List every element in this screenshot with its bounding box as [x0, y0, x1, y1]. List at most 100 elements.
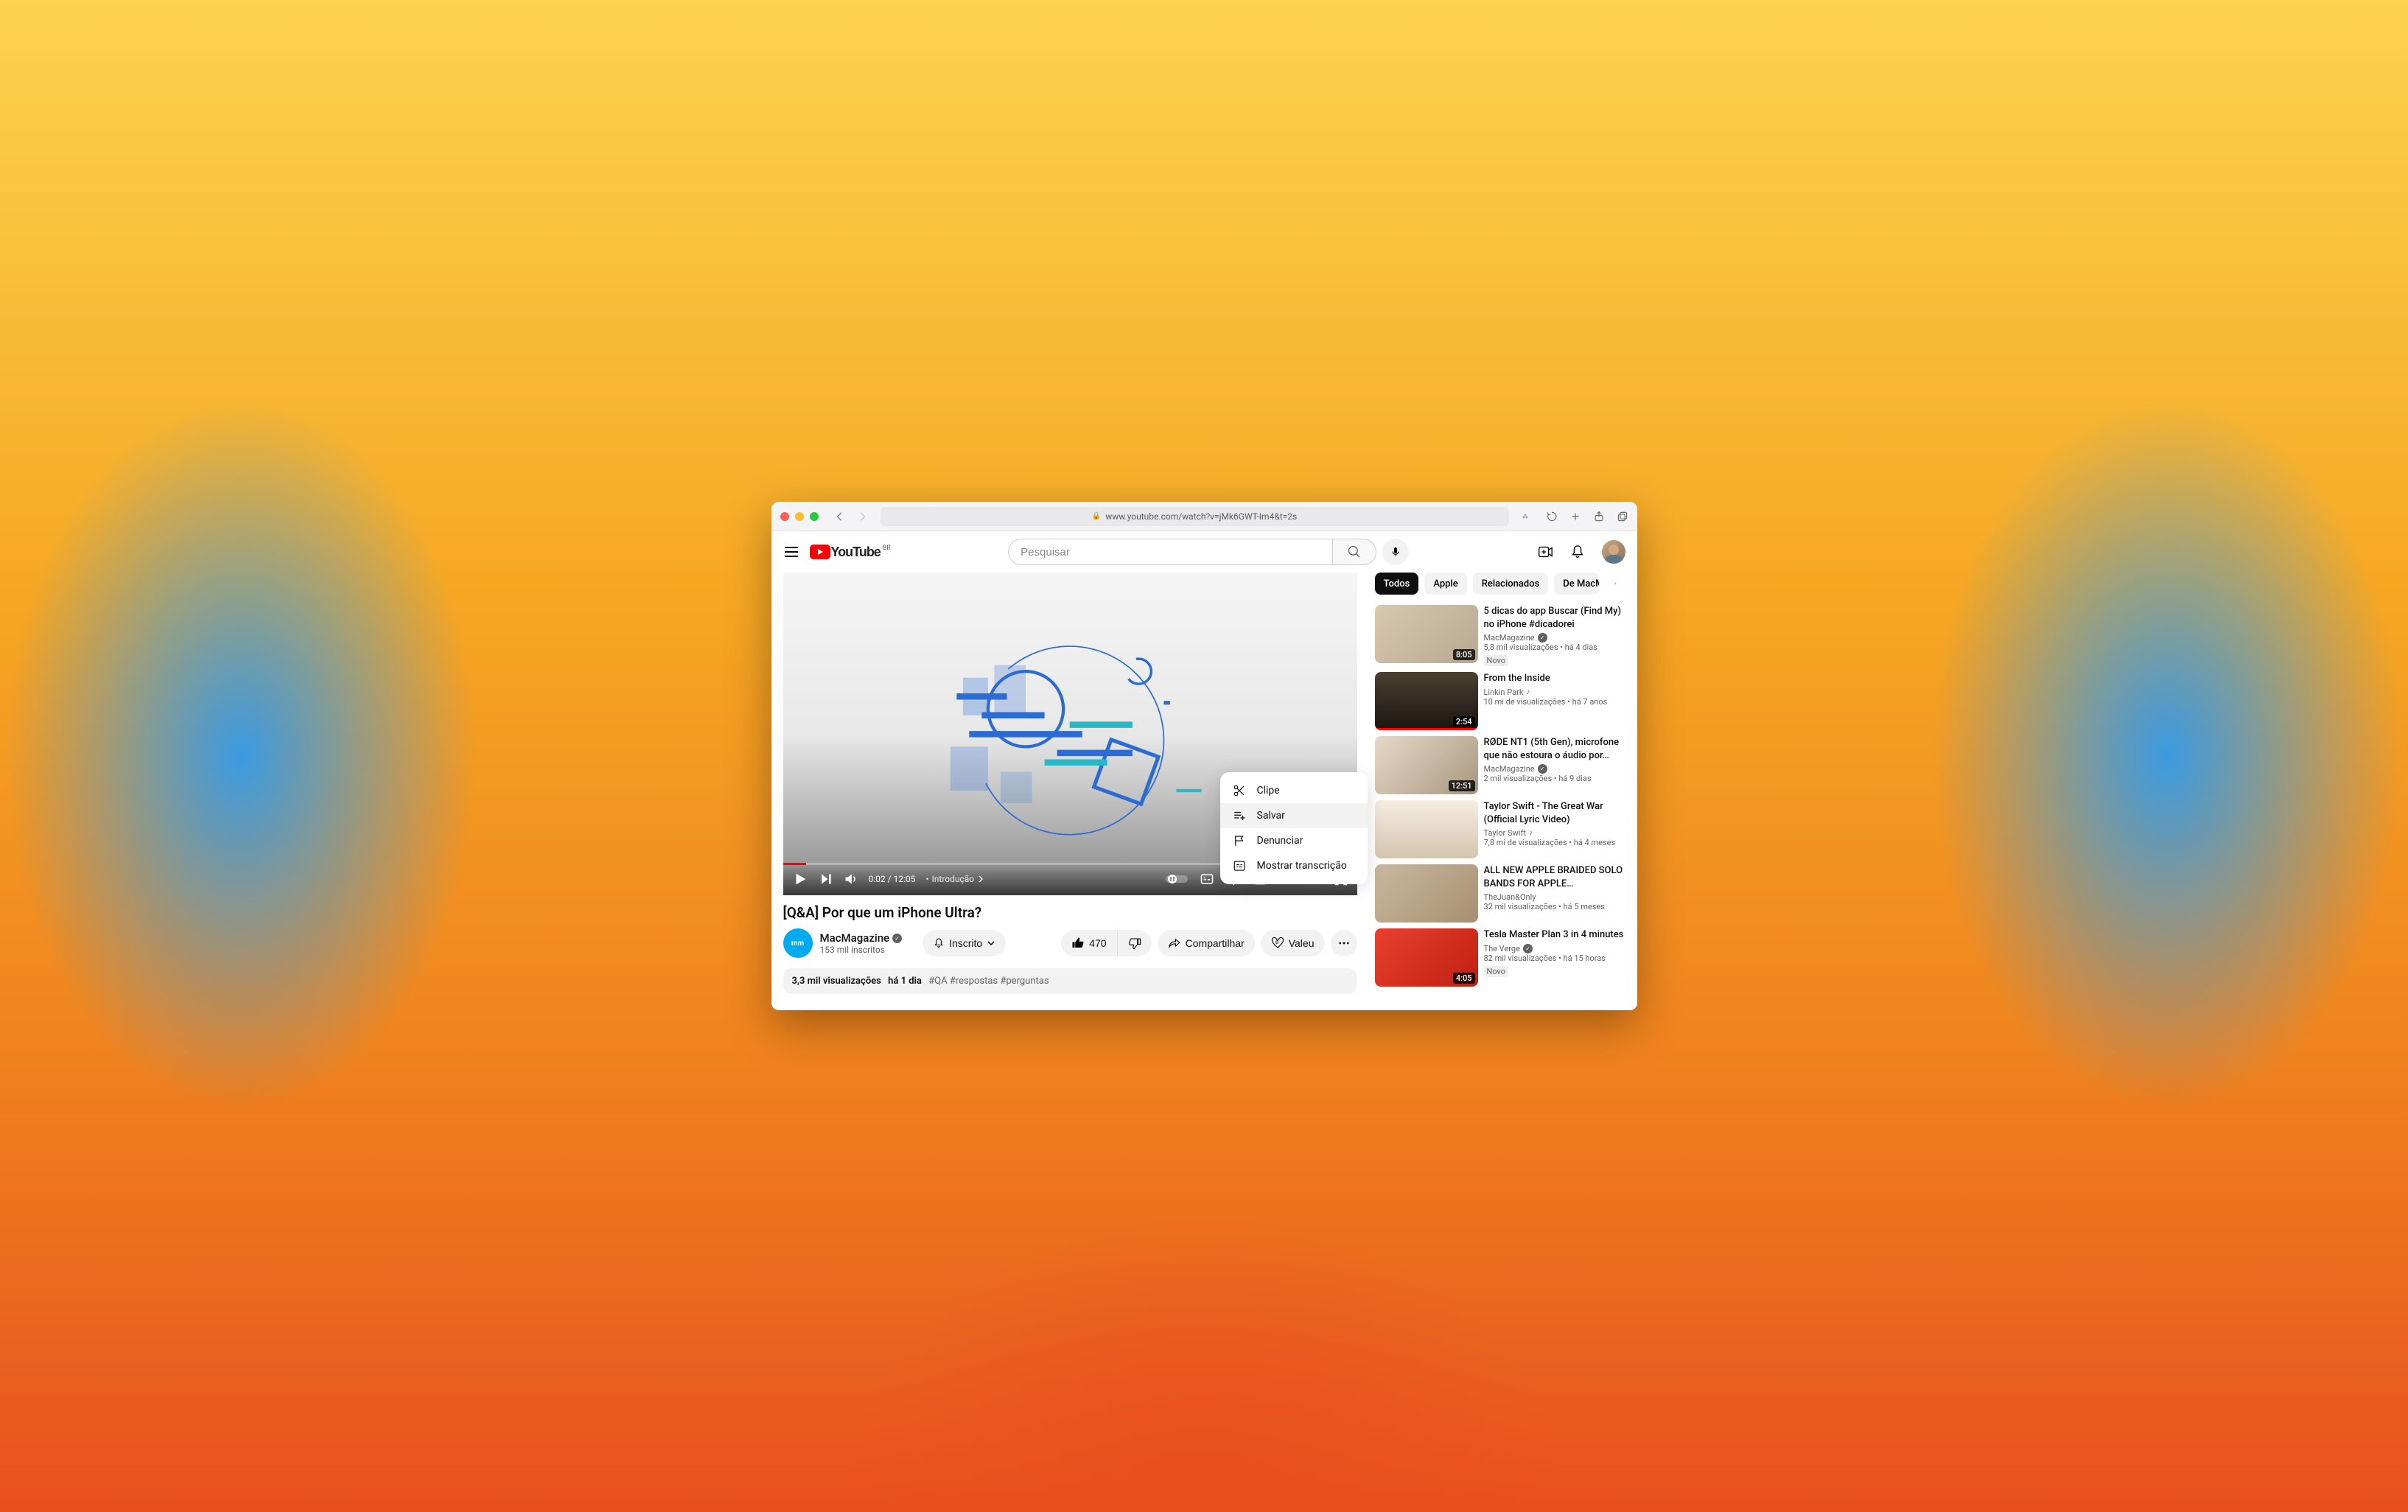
hashtags[interactable]: #QA #respostas #perguntas — [928, 976, 1049, 987]
menu-item-clip[interactable]: Clipe — [1220, 778, 1368, 803]
account-avatar[interactable] — [1602, 540, 1625, 564]
scissors-icon — [1232, 784, 1247, 797]
share-arrow-icon — [1168, 937, 1181, 950]
window-controls — [780, 512, 819, 521]
chip-all[interactable]: Todos — [1375, 573, 1419, 595]
address-bar[interactable]: 🔒 www.youtube.com/watch?v=jMk6GWT-Im4&t=… — [881, 507, 1509, 526]
related-channel: MacMagazine✓ — [1484, 633, 1625, 643]
menu-item-transcript[interactable]: Mostrar transcrição — [1220, 853, 1368, 878]
search-input[interactable] — [1008, 539, 1332, 565]
more-actions-menu: Clipe Salvar Denunciar Mostrar tran — [1220, 772, 1368, 884]
related-video-item[interactable]: Taylor Swift - The Great War (Official L… — [1375, 800, 1625, 858]
youtube-logo[interactable]: YouTube BR — [810, 545, 881, 560]
maximize-window-button[interactable] — [810, 512, 819, 521]
thumbs-up-icon — [1071, 937, 1085, 950]
view-count: 3,3 mil visualizações — [792, 976, 881, 987]
verified-icon: ✓ — [892, 934, 902, 943]
chip-from-channel[interactable]: De MacMag — [1554, 573, 1598, 595]
related-title: 5 dicas do app Buscar (Find My) no iPhon… — [1484, 605, 1625, 631]
verified-icon: ✓ — [1523, 944, 1533, 953]
svg-text:$: $ — [1275, 940, 1278, 945]
menu-item-save[interactable]: Salvar — [1220, 803, 1368, 828]
play-button[interactable] — [792, 871, 808, 887]
country-code: BR — [883, 545, 891, 552]
related-title: RØDE NT1 (5th Gen), microfone que não es… — [1484, 736, 1625, 762]
music-icon: ♪ — [1526, 688, 1530, 696]
search-form — [1008, 539, 1376, 565]
related-meta: 82 mil visualizações • há 15 horas — [1484, 953, 1625, 963]
subscribe-button[interactable]: Inscrito — [923, 930, 1006, 956]
video-title: [Q&A] Por que um iPhone Ultra? — [783, 904, 1357, 921]
related-video-item[interactable]: 4:05Tesla Master Plan 3 in 4 minutesThe … — [1375, 928, 1625, 987]
youtube-page: YouTube BR — [771, 531, 1637, 1010]
tabs-icon[interactable] — [1617, 511, 1628, 522]
channel-avatar[interactable]: mm — [783, 928, 813, 958]
next-button[interactable] — [819, 872, 833, 886]
lock-icon: 🔒 — [1092, 512, 1101, 520]
chip-apple[interactable]: Apple — [1424, 573, 1466, 595]
new-badge: Novo — [1484, 655, 1509, 666]
close-window-button[interactable] — [780, 512, 789, 521]
related-title: Tesla Master Plan 3 in 4 minutes — [1484, 928, 1625, 942]
safari-window: 🔒 www.youtube.com/watch?v=jMk6GWT-Im4&t=… — [771, 502, 1637, 1010]
thumbs-down-icon — [1128, 937, 1141, 950]
url-text: www.youtube.com/watch?v=jMk6GWT-Im4&t=2s — [1105, 511, 1297, 522]
share-icon[interactable] — [1593, 511, 1605, 522]
subscriber-count: 153 mil inscritos — [820, 945, 903, 955]
subtitles-button[interactable] — [1200, 872, 1214, 886]
search-button[interactable] — [1332, 539, 1376, 565]
new-tab-icon[interactable] — [1569, 511, 1581, 522]
thanks-button[interactable]: $ Valeu — [1261, 930, 1325, 956]
volume-button[interactable] — [844, 872, 858, 886]
chips-scroll-right[interactable] — [1605, 573, 1625, 595]
microphone-icon — [1390, 546, 1401, 558]
thumbnail — [1375, 800, 1478, 858]
channel-name[interactable]: MacMagazine ✓ — [820, 931, 903, 945]
youtube-wordmark: YouTube — [831, 545, 881, 560]
more-actions-button[interactable] — [1331, 930, 1357, 956]
menu-item-report[interactable]: Denunciar — [1220, 828, 1368, 853]
related-video-item[interactable]: 2:54From the InsideLinkin Park♪10 mi de … — [1375, 672, 1625, 730]
back-button[interactable] — [835, 511, 845, 522]
main-column: 0:02 / 12:05 • Introdução 4K — [776, 573, 1357, 1010]
related-video-item[interactable]: ALL NEW APPLE BRAIDED SOLO BANDS FOR APP… — [1375, 864, 1625, 923]
time-display: 0:02 / 12:05 — [869, 874, 916, 884]
related-video-item[interactable]: 12:51RØDE NT1 (5th Gen), microfone que n… — [1375, 736, 1625, 794]
youtube-header: YouTube BR — [771, 531, 1637, 573]
duration-badge: 2:54 — [1453, 716, 1475, 727]
notifications-button[interactable] — [1569, 544, 1586, 560]
share-button[interactable]: Compartilhar — [1158, 930, 1255, 956]
dislike-button[interactable] — [1118, 930, 1152, 956]
minimize-window-button[interactable] — [795, 512, 804, 521]
related-channel: TheJuan&Only — [1484, 892, 1625, 902]
search-icon — [1347, 545, 1362, 559]
related-meta: 5,8 mil visualizações • há 4 dias — [1484, 643, 1625, 652]
related-meta: 32 mil visualizações • há 5 meses — [1484, 902, 1625, 911]
related-videos-list: 8:055 dicas do app Buscar (Find My) no i… — [1375, 605, 1625, 987]
like-button[interactable]: 470 — [1061, 930, 1117, 956]
related-title: From the Inside — [1484, 672, 1625, 685]
translate-icon[interactable]: ⁂ — [1522, 511, 1534, 522]
thumbnail: 12:51 — [1375, 736, 1478, 794]
related-video-item[interactable]: 8:055 dicas do app Buscar (Find My) no i… — [1375, 605, 1625, 666]
thumbnail: 2:54 — [1375, 672, 1478, 730]
related-title: Taylor Swift - The Great War (Official L… — [1484, 800, 1625, 826]
svg-text:⁂: ⁂ — [1522, 513, 1528, 519]
related-channel: Taylor Swift♪ — [1484, 828, 1625, 838]
menu-button[interactable] — [783, 543, 801, 561]
music-icon: ♪ — [1529, 829, 1533, 837]
duration-badge: 4:05 — [1453, 973, 1475, 984]
chapter-indicator[interactable]: • Introdução — [925, 874, 984, 884]
forward-button[interactable] — [857, 511, 867, 522]
chip-related[interactable]: Relacionados — [1473, 573, 1549, 595]
related-meta: 7,8 mi de visualizações • há 4 meses — [1484, 838, 1625, 847]
voice-search-button[interactable] — [1382, 539, 1409, 565]
description-box[interactable]: 3,3 mil visualizações há 1 dia #QA #resp… — [783, 968, 1357, 994]
ellipsis-icon — [1337, 937, 1351, 950]
watch-progress — [1375, 728, 1478, 730]
reload-icon[interactable] — [1546, 511, 1558, 522]
verified-icon: ✓ — [1538, 633, 1547, 643]
autoplay-toggle[interactable] — [1166, 874, 1188, 884]
related-meta: 2 mil visualizações • há 9 dias — [1484, 774, 1625, 783]
create-button[interactable] — [1537, 544, 1553, 560]
